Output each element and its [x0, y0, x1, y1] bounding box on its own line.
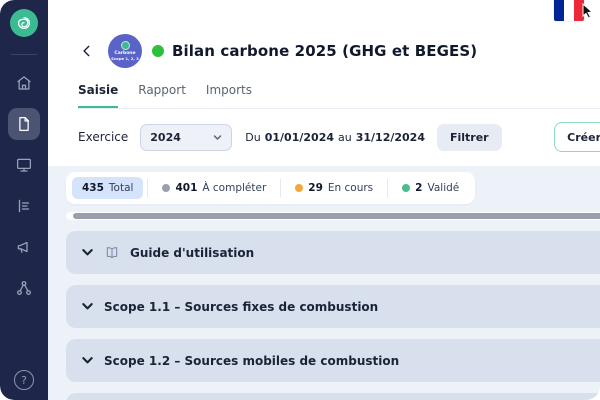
chip-en-cours[interactable]: 29 En cours: [285, 177, 383, 199]
horizontal-scrollbar-track: [66, 212, 600, 220]
date-end: 31/12/2024: [356, 131, 425, 144]
sidebar: ?: [0, 0, 48, 400]
sidebar-divider: [11, 54, 37, 55]
sidebar-item-home[interactable]: [8, 67, 40, 99]
chip-total[interactable]: 435 Total: [72, 177, 143, 199]
chip-en-cours-count: 29: [308, 182, 323, 194]
megaphone-icon: [15, 238, 33, 256]
main-panel: Carbone Scope 1, 2, 3 Bilan carbone 2025…: [48, 0, 600, 400]
create-button[interactable]: Créer: [554, 122, 600, 152]
chip-a-completer-label: À compléter: [202, 182, 266, 194]
chevron-down-icon: [213, 133, 222, 142]
date-start: 01/01/2024: [265, 131, 334, 144]
gray-status-dot: [162, 184, 170, 192]
content-area: 435 Total 401 À compléter 29 En cours: [48, 166, 600, 400]
date-prefix: Du: [245, 131, 260, 144]
chip-total-label: Total: [109, 182, 134, 194]
language-flag-french[interactable]: [554, 0, 584, 21]
accordion-scope-1-1[interactable]: Scope 1.1 – Sources fixes de combustion: [66, 285, 600, 328]
chip-divider: [280, 179, 281, 197]
accordion-scope-1-3[interactable]: Scope 1.3 – Emissions directes de procéd…: [66, 393, 600, 400]
chip-a-completer-count: 401: [175, 182, 197, 194]
accordion-scope-1-2[interactable]: Scope 1.2 – Sources mobiles de combustio…: [66, 339, 600, 382]
title-status-dot: [152, 45, 164, 57]
home-icon: [15, 74, 33, 92]
tab-rapport[interactable]: Rapport: [138, 83, 186, 108]
chip-valide[interactable]: 2 Validé: [392, 177, 469, 199]
mouse-cursor-icon: [581, 3, 595, 19]
chip-divider: [387, 179, 388, 197]
monitor-icon: [15, 156, 33, 174]
sidebar-item-monitor[interactable]: [8, 149, 40, 181]
back-button[interactable]: [78, 42, 96, 60]
chip-valide-count: 2: [415, 182, 422, 194]
app-logo[interactable]: [10, 9, 38, 37]
badge-logo-icon: [121, 41, 130, 50]
title-row: Carbone Scope 1, 2, 3 Bilan carbone 2025…: [78, 34, 600, 68]
org-chart-icon: [15, 279, 33, 297]
filter-row: Exercice 2024 Du 01/01/2024 au 31/12/202…: [78, 122, 600, 166]
accordion-guide-utilisation[interactable]: Guide d'utilisation: [66, 231, 600, 274]
carbone-scope-badge: Carbone Scope 1, 2, 3: [108, 34, 142, 68]
exercice-select[interactable]: 2024: [140, 124, 232, 151]
chip-total-count: 435: [82, 182, 104, 194]
app-window: ? Carbone Scope 1, 2, 3 Bila: [0, 0, 600, 400]
chevron-down-icon: [81, 354, 94, 367]
status-summary-card: 435 Total 401 À compléter 29 En cours: [66, 172, 475, 204]
sidebar-item-announcements[interactable]: [8, 231, 40, 263]
flag-blue-stripe: [554, 0, 564, 21]
badge-line2: Scope 1, 2, 3: [111, 56, 139, 61]
chip-divider: [147, 179, 148, 197]
tab-saisie[interactable]: Saisie: [78, 83, 118, 108]
chevron-down-icon: [81, 246, 94, 259]
filter-button[interactable]: Filtrer: [437, 124, 502, 151]
flag-white-stripe: [564, 0, 574, 21]
date-separator: au: [338, 131, 352, 144]
help-label: ?: [21, 374, 27, 387]
spiral-logo-icon: [14, 13, 34, 33]
exercice-selected-value: 2024: [150, 131, 181, 144]
book-icon: [104, 245, 120, 261]
date-range-text: Du 01/01/2024 au 31/12/2024: [245, 131, 425, 144]
orange-status-dot: [295, 184, 303, 192]
document-icon: [15, 115, 33, 133]
header: Carbone Scope 1, 2, 3 Bilan carbone 2025…: [48, 0, 600, 166]
sidebar-item-reports[interactable]: [8, 190, 40, 222]
sidebar-item-documents[interactable]: [8, 108, 40, 140]
sidebar-item-organization[interactable]: [8, 272, 40, 304]
exercice-label: Exercice: [78, 130, 128, 144]
accordion-label: Scope 1.1 – Sources fixes de combustion: [104, 300, 378, 314]
tab-bar: Saisie Rapport Imports: [78, 83, 600, 109]
chip-a-completer[interactable]: 401 À compléter: [152, 177, 276, 199]
tab-imports[interactable]: Imports: [206, 83, 252, 108]
report-list-icon: [15, 197, 33, 215]
horizontal-scrollbar-thumb[interactable]: [73, 213, 600, 219]
chevron-down-icon: [81, 300, 94, 313]
chevron-left-icon: [80, 44, 94, 58]
help-button[interactable]: ?: [14, 370, 34, 390]
page-title: Bilan carbone 2025 (GHG et BEGES): [172, 42, 477, 60]
accordion-label: Scope 1.2 – Sources mobiles de combustio…: [104, 354, 399, 368]
chip-en-cours-label: En cours: [328, 182, 373, 194]
accordion-label: Guide d'utilisation: [130, 246, 254, 260]
chip-valide-label: Validé: [427, 182, 459, 194]
green-status-dot: [402, 184, 410, 192]
